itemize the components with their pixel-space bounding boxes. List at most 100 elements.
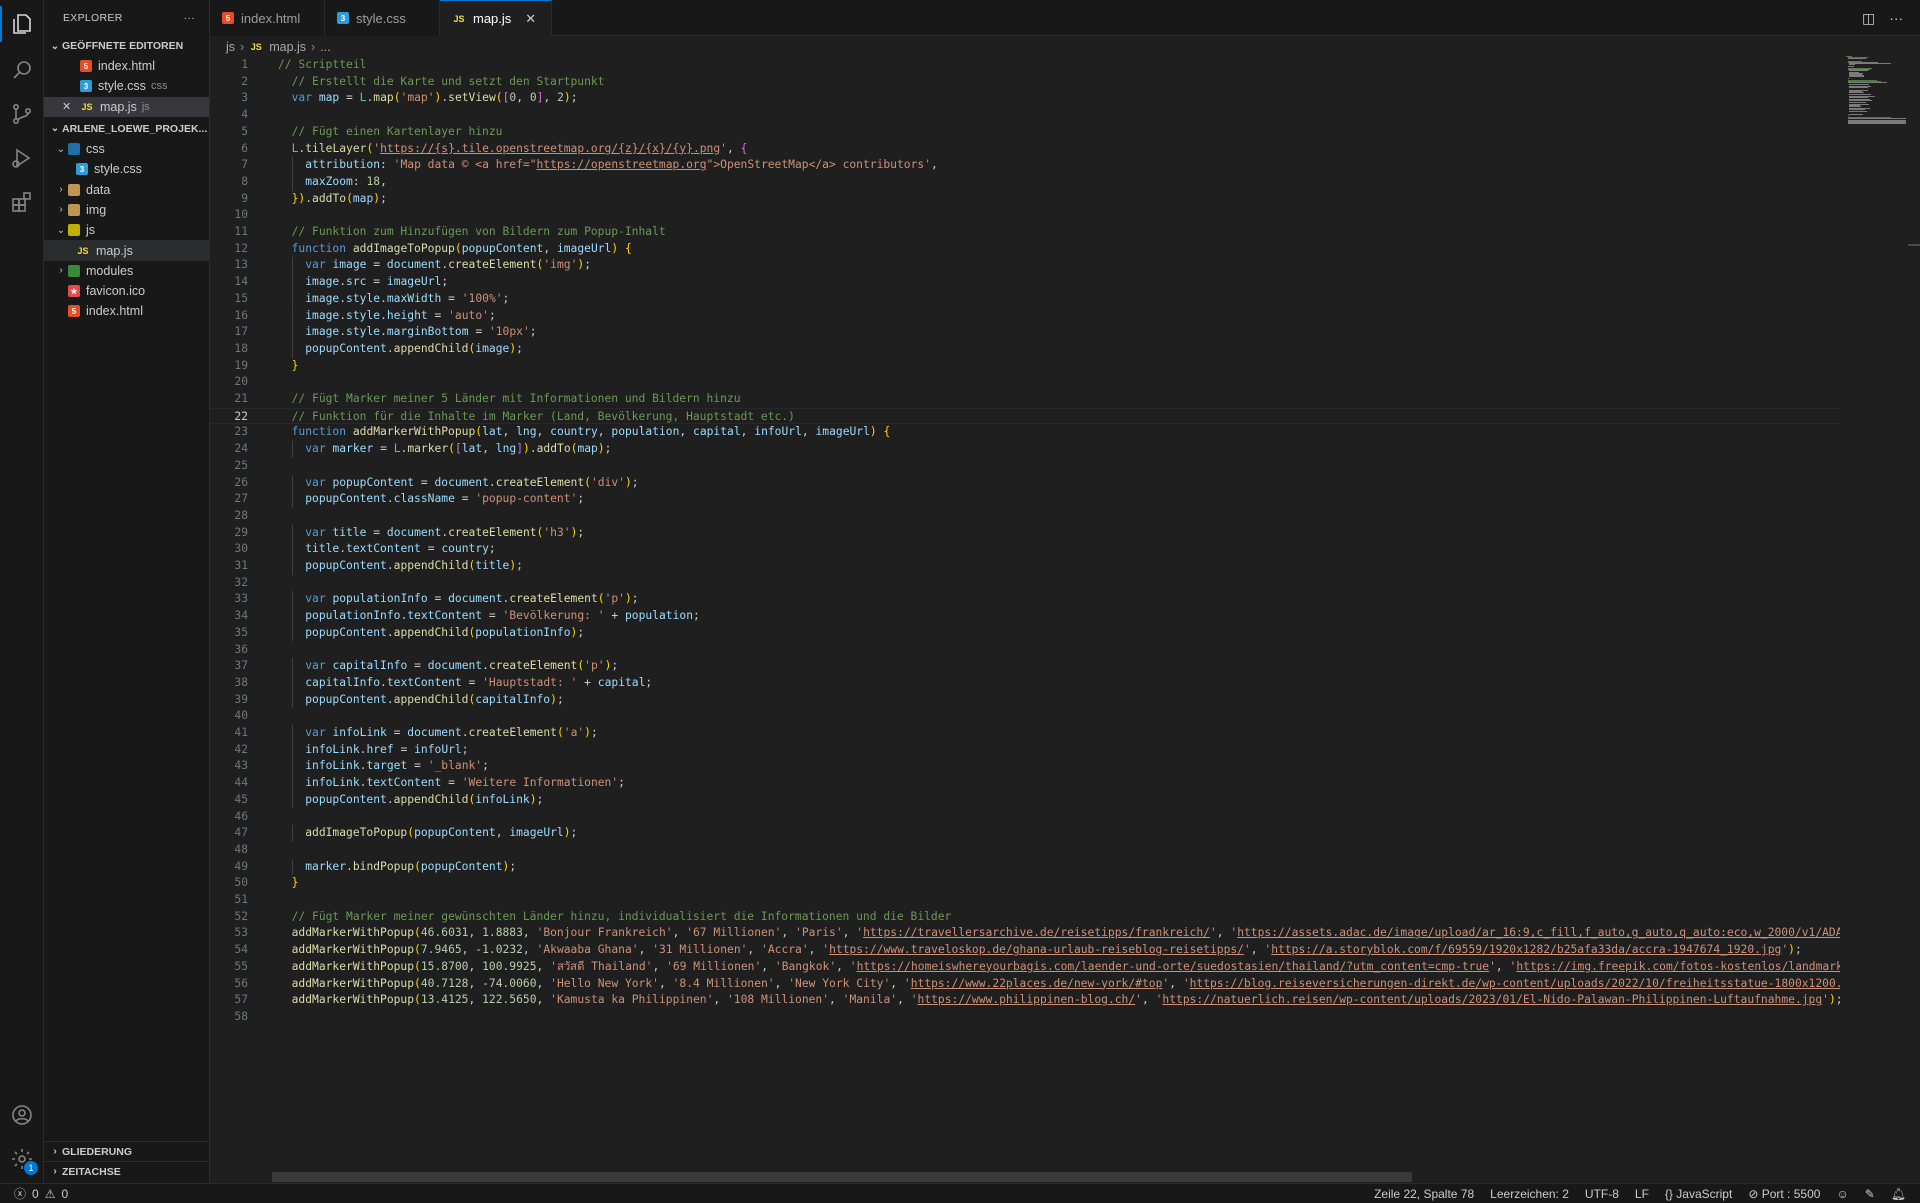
code-line[interactable]: 1 // Scriptteil xyxy=(210,57,1840,74)
code-line[interactable]: 45 popupContent.appendChild(infoLink); xyxy=(210,791,1840,809)
run-debug-icon[interactable] xyxy=(0,136,44,180)
code-line[interactable]: 14 image.src = imageUrl; xyxy=(210,274,1840,291)
tree-item-modules[interactable]: › modules xyxy=(44,261,209,281)
project-section[interactable]: ⌄ ARLENE_LOEWE_PROJEK... xyxy=(44,119,209,139)
tree-item-favicon-ico[interactable]: ★ favicon.ico xyxy=(44,281,209,301)
more-actions-icon[interactable]: ··· xyxy=(184,12,195,24)
code-line[interactable]: 52 // Fügt Marker meiner gewünschten Län… xyxy=(210,909,1840,926)
code-line[interactable]: 41 var infoLink = document.createElement… xyxy=(210,725,1840,742)
tree-item-index-html[interactable]: 5 index.html xyxy=(44,301,209,321)
open-editor-item[interactable]: 3 style.css css xyxy=(44,76,209,96)
code-line[interactable]: 49 marker.bindPopup(popupContent); xyxy=(210,858,1840,876)
code-line[interactable]: 56 addMarkerWithPopup(40.7128, -74.0060,… xyxy=(210,976,1840,993)
code-line[interactable]: 53 addMarkerWithPopup(46.6031, 1.8883, '… xyxy=(210,925,1840,942)
accounts-icon[interactable] xyxy=(0,1093,44,1137)
code-line[interactable]: 24 var marker = L.marker([lat, lng]).add… xyxy=(210,441,1840,458)
end-of-line[interactable]: LF xyxy=(1635,1187,1649,1201)
tab-index-html[interactable]: 5 index.html xyxy=(210,0,325,36)
code-line[interactable]: 12 function addImageToPopup(popupContent… xyxy=(210,241,1840,258)
breadcrumb-file[interactable]: map.js xyxy=(269,40,306,54)
code-line[interactable]: 19 } xyxy=(210,358,1840,375)
code-line[interactable]: 18 popupContent.appendChild(image); xyxy=(210,340,1840,358)
code-editor[interactable]: 1 // Scriptteil 2 // Erstellt die Karte un… xyxy=(210,56,1840,1172)
notifications-bell-icon[interactable]: 🔔︎ xyxy=(1891,1187,1906,1201)
horizontal-scrollbar[interactable] xyxy=(272,1172,1412,1182)
problems-indicator[interactable]: ⓧ 0 ⚠ 0 xyxy=(0,1185,68,1202)
minimap[interactable] xyxy=(1846,56,1906,126)
tree-item-js[interactable]: ⌄ js xyxy=(44,220,209,240)
tree-item-css[interactable]: ⌄ css xyxy=(44,139,209,159)
explorer-icon[interactable] xyxy=(0,2,44,46)
tab-style-css[interactable]: 3 style.css xyxy=(325,0,440,36)
tree-item-style-css[interactable]: 3 style.css xyxy=(44,159,209,179)
code-line[interactable]: 33 var populationInfo = document.createE… xyxy=(210,591,1840,609)
code-line[interactable]: 6 L.tileLayer('https://{s}.tile.openstre… xyxy=(210,141,1840,158)
code-line[interactable]: 23 function addMarkerWithPopup(lat, lng,… xyxy=(210,424,1840,441)
language-mode[interactable]: {} JavaScript xyxy=(1665,1187,1732,1201)
code-line[interactable]: 28 xyxy=(210,508,1840,525)
indentation[interactable]: Leerzeichen: 2 xyxy=(1490,1187,1569,1201)
code-line[interactable]: 40 xyxy=(210,708,1840,725)
code-line[interactable]: 26 var popupContent = document.createEle… xyxy=(210,474,1840,492)
copilot-icon[interactable]: ☺ xyxy=(1836,1187,1848,1201)
code-line[interactable]: 37 var capitalInfo = document.createElem… xyxy=(210,658,1840,675)
tree-item-data[interactable]: › data xyxy=(44,179,209,199)
cursor-position[interactable]: Zeile 22, Spalte 78 xyxy=(1374,1187,1474,1201)
code-line[interactable]: 46 xyxy=(210,809,1840,826)
code-line[interactable]: 44 infoLink.textContent = 'Weitere Infor… xyxy=(210,775,1840,792)
timeline-section[interactable]: › ZEITACHSE xyxy=(44,1161,210,1181)
code-line[interactable]: 29 var title = document.createElement('h… xyxy=(210,524,1840,542)
code-line[interactable]: 32 xyxy=(210,575,1840,592)
code-line[interactable]: 42 infoLink.href = infoUrl; xyxy=(210,741,1840,759)
code-line[interactable]: 10 xyxy=(210,207,1840,224)
code-line[interactable]: 5 // Fügt einen Kartenlayer hinzu xyxy=(210,124,1840,141)
split-editor-icon[interactable]: ◫ xyxy=(1862,10,1875,27)
code-line[interactable]: 50 } xyxy=(210,875,1840,892)
code-line[interactable]: 4 xyxy=(210,107,1840,124)
encoding[interactable]: UTF-8 xyxy=(1585,1187,1619,1201)
search-icon[interactable] xyxy=(0,48,44,92)
open-editors-section[interactable]: ⌄ GEÖFFNETE EDITOREN xyxy=(44,36,209,56)
breadcrumb-symbol[interactable]: ... xyxy=(320,40,330,54)
code-line[interactable]: 39 popupContent.appendChild(capitalInfo)… xyxy=(210,691,1840,709)
outline-section[interactable]: › GLIEDERUNG xyxy=(44,1141,210,1161)
code-line[interactable]: 25 xyxy=(210,458,1840,475)
close-icon[interactable]: ✕ xyxy=(525,11,536,27)
code-line[interactable]: 21 // Fügt Marker meiner 5 Länder mit In… xyxy=(210,391,1840,408)
code-line[interactable]: 30 title.textContent = country; xyxy=(210,541,1840,558)
code-line[interactable]: 2 // Erstellt die Karte und setzt den St… xyxy=(210,74,1840,91)
tree-item-map-js[interactable]: JS map.js xyxy=(44,240,209,261)
code-line[interactable]: 20 xyxy=(210,374,1840,391)
code-line[interactable]: 15 image.style.maxWidth = '100%'; xyxy=(210,290,1840,308)
code-line[interactable]: 38 capitalInfo.textContent = 'Hauptstadt… xyxy=(210,674,1840,692)
code-line[interactable]: 17 image.style.marginBottom = '10px'; xyxy=(210,324,1840,341)
vertical-scrollbar[interactable] xyxy=(1908,244,1920,246)
settings-gear-icon[interactable]: 1 xyxy=(0,1137,44,1181)
code-line[interactable]: 35 popupContent.appendChild(populationIn… xyxy=(210,624,1840,642)
tree-item-img[interactable]: › img xyxy=(44,200,209,220)
code-line[interactable]: 54 addMarkerWithPopup(7.9465, -1.0232, '… xyxy=(210,942,1840,959)
code-line[interactable]: 16 image.style.height = 'auto'; xyxy=(210,307,1840,325)
open-editor-item[interactable]: 5 index.html xyxy=(44,56,209,76)
code-line[interactable]: 47 addImageToPopup(popupContent, imageUr… xyxy=(210,825,1840,842)
open-editor-item[interactable]: ✕ JS map.js js xyxy=(44,96,209,117)
code-line[interactable]: 51 xyxy=(210,892,1840,909)
code-line[interactable]: 48 xyxy=(210,842,1840,859)
code-line[interactable]: 22 // Funktion für die Inhalte im Marker… xyxy=(210,407,1840,425)
code-line[interactable]: 34 populationInfo.textContent = 'Bevölke… xyxy=(210,608,1840,625)
code-line[interactable]: 43 infoLink.target = '_blank'; xyxy=(210,758,1840,776)
live-server-port[interactable]: ⊘ Port : 5500 xyxy=(1748,1187,1820,1201)
code-line[interactable]: 8 maxZoom: 18, xyxy=(210,173,1840,191)
feedback-icon[interactable]: ✎ xyxy=(1865,1187,1875,1201)
code-line[interactable]: 57 addMarkerWithPopup(13.4125, 122.5650,… xyxy=(210,992,1840,1009)
more-actions-icon[interactable]: ··· xyxy=(1889,10,1903,26)
code-line[interactable]: 31 popupContent.appendChild(title); xyxy=(210,558,1840,575)
code-line[interactable]: 36 xyxy=(210,642,1840,659)
code-line[interactable]: 27 popupContent.className = 'popup-conte… xyxy=(210,491,1840,508)
source-control-icon[interactable] xyxy=(0,92,44,136)
code-line[interactable]: 9 }).addTo(map); xyxy=(210,191,1840,208)
tab-map-js[interactable]: JS map.js ✕ xyxy=(440,0,552,36)
code-line[interactable]: 58 xyxy=(210,1009,1840,1026)
code-line[interactable]: 55 addMarkerWithPopup(15.8700, 100.9925,… xyxy=(210,959,1840,976)
code-line[interactable]: 3 var map = L.map('map').setView([0, 0],… xyxy=(210,90,1840,107)
